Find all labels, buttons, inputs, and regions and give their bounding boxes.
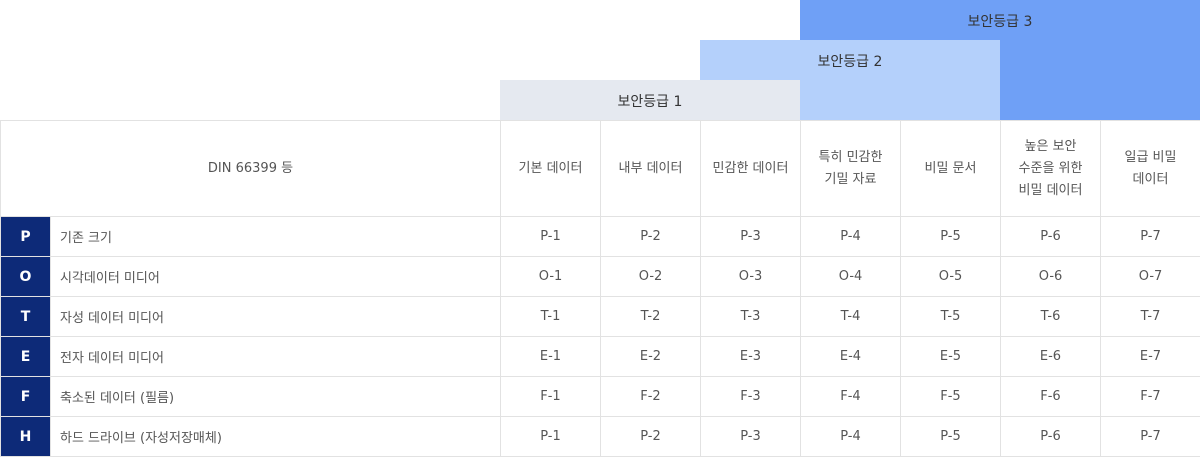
table-cell: E-3 xyxy=(700,336,801,377)
table-cell: O-4 xyxy=(800,256,901,297)
table-cell: O-3 xyxy=(700,256,801,297)
table-cell: T-2 xyxy=(600,296,701,337)
security-level-3-label: 보안등급 3 xyxy=(967,14,1033,30)
security-level-table: DIN 66399 등 기본 데이터 내부 데이터 민감한 데이터 특히 민감한… xyxy=(0,120,1200,457)
table-row: P 기존 크기 P-1 P-2 P-3 P-4 P-5 P-6 P-7 xyxy=(0,216,1200,257)
table-cell: P-1 xyxy=(500,216,601,257)
table-cell: T-3 xyxy=(700,296,801,337)
table-cell: P-5 xyxy=(900,216,1001,257)
table-row: E 전자 데이터 미디어 E-1 E-2 E-3 E-4 E-5 E-6 E-7 xyxy=(0,336,1200,377)
column-header: 비밀 문서 xyxy=(900,120,1001,217)
table-cell: P-2 xyxy=(600,416,701,457)
column-header: 특히 민감한 기밀 자료 xyxy=(800,120,901,217)
table-cell: T-7 xyxy=(1100,296,1200,337)
material-letter-badge: O xyxy=(0,256,51,297)
material-label: 자성 데이터 미디어 xyxy=(50,296,501,337)
table-cell: E-2 xyxy=(600,336,701,377)
material-letter-badge: T xyxy=(0,296,51,337)
table-cell: P-4 xyxy=(800,416,901,457)
table-cell: E-4 xyxy=(800,336,901,377)
table-cell: P-3 xyxy=(700,216,801,257)
column-header: 기본 데이터 xyxy=(500,120,601,217)
standard-label: DIN 66399 등 xyxy=(0,120,501,217)
material-label: 축소된 데이터 (필름) xyxy=(50,376,501,417)
table-row: T 자성 데이터 미디어 T-1 T-2 T-3 T-4 T-5 T-6 T-7 xyxy=(0,296,1200,337)
material-letter-badge: H xyxy=(0,416,51,457)
table-cell: O-7 xyxy=(1100,256,1200,297)
table-cell: T-6 xyxy=(1000,296,1101,337)
table-cell: O-1 xyxy=(500,256,601,297)
material-label: 하드 드라이브 (자성저장매체) xyxy=(50,416,501,457)
table-cell: P-5 xyxy=(900,416,1001,457)
table-cell: P-3 xyxy=(700,416,801,457)
table-cell: P-4 xyxy=(800,216,901,257)
table-cell: E-5 xyxy=(900,336,1001,377)
table-cell: T-4 xyxy=(800,296,901,337)
table-cell: E-1 xyxy=(500,336,601,377)
table-cell: P-6 xyxy=(1000,416,1101,457)
table-cell: P-7 xyxy=(1100,216,1200,257)
table-cell: P-6 xyxy=(1000,216,1101,257)
table-cell: E-6 xyxy=(1000,336,1101,377)
table-cell: P-1 xyxy=(500,416,601,457)
table-cell: F-6 xyxy=(1000,376,1101,417)
column-header: 내부 데이터 xyxy=(600,120,701,217)
material-letter-badge: E xyxy=(0,336,51,377)
table-cell: F-4 xyxy=(800,376,901,417)
table-cell: T-1 xyxy=(500,296,601,337)
material-label: 기존 크기 xyxy=(50,216,501,257)
table-cell: F-5 xyxy=(900,376,1001,417)
table-cell: T-5 xyxy=(900,296,1001,337)
column-header: 일급 비밀 데이터 xyxy=(1100,120,1200,217)
table-cell: O-2 xyxy=(600,256,701,297)
table-cell: P-2 xyxy=(600,216,701,257)
table-row: O 시각데이터 미디어 O-1 O-2 O-3 O-4 O-5 O-6 O-7 xyxy=(0,256,1200,297)
table-cell: E-7 xyxy=(1100,336,1200,377)
table-cell: F-2 xyxy=(600,376,701,417)
table-cell: F-7 xyxy=(1100,376,1200,417)
table-cell: F-3 xyxy=(700,376,801,417)
table-row: H 하드 드라이브 (자성저장매체) P-1 P-2 P-3 P-4 P-5 P… xyxy=(0,416,1200,457)
table-cell: O-5 xyxy=(900,256,1001,297)
material-label: 전자 데이터 미디어 xyxy=(50,336,501,377)
table-cell: O-6 xyxy=(1000,256,1101,297)
table-header-row: DIN 66399 등 기본 데이터 내부 데이터 민감한 데이터 특히 민감한… xyxy=(0,120,1200,217)
material-letter-badge: F xyxy=(0,376,51,417)
security-level-1-band: 보안등급 1 xyxy=(500,80,800,120)
material-letter-badge: P xyxy=(0,216,51,257)
security-level-1-label: 보안등급 1 xyxy=(617,94,683,110)
table-cell: P-7 xyxy=(1100,416,1200,457)
table-cell: F-1 xyxy=(500,376,601,417)
column-header: 민감한 데이터 xyxy=(700,120,801,217)
column-header: 높은 보안 수준을 위한 비밀 데이터 xyxy=(1000,120,1101,217)
material-label: 시각데이터 미디어 xyxy=(50,256,501,297)
security-level-2-label: 보안등급 2 xyxy=(817,54,883,70)
table-row: F 축소된 데이터 (필름) F-1 F-2 F-3 F-4 F-5 F-6 F… xyxy=(0,376,1200,417)
